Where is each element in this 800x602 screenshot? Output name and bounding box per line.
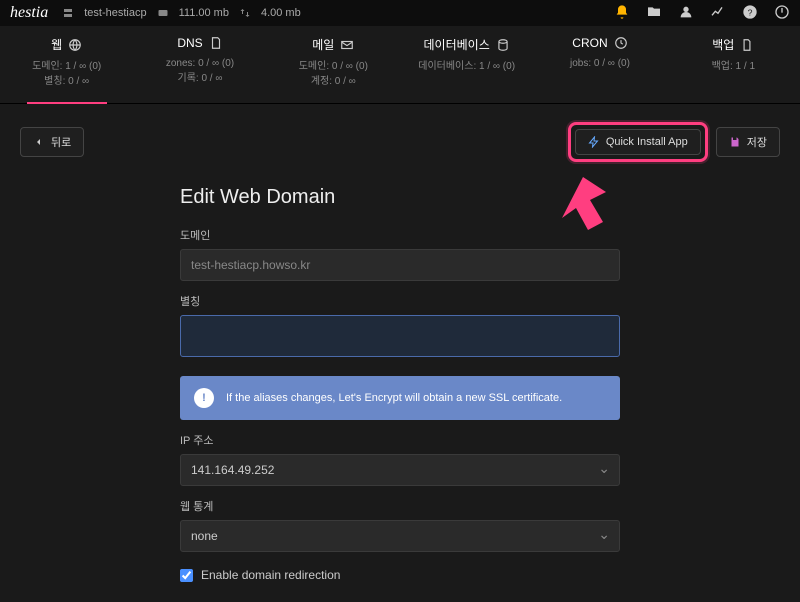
server-icon — [62, 7, 74, 19]
db-icon — [496, 38, 510, 52]
tab-label: 웹 — [51, 36, 62, 53]
save-label: 저장 — [747, 134, 767, 150]
form-area: Edit Web Domain 도메인 별칭 ! If the aliases … — [0, 186, 800, 602]
quick-install-label: Quick Install App — [606, 136, 688, 148]
logout-icon[interactable] — [774, 4, 790, 23]
user-icon[interactable] — [678, 4, 694, 23]
tab-0[interactable]: 웹도메인: 1 / ∞ (0)별칭: 0 / ∞ — [0, 26, 133, 103]
toolbar: 뒤로 Quick Install App 저장 — [0, 104, 800, 172]
tab-stat-1: 데이터베이스: 1 / ∞ (0) — [418, 59, 515, 74]
tab-label: 데이터베이스 — [424, 36, 490, 53]
quick-install-button[interactable]: Quick Install App — [575, 129, 701, 155]
ip-select[interactable]: 141.164.49.252 — [180, 454, 620, 486]
domain-input[interactable] — [180, 249, 620, 281]
tab-label: DNS — [177, 36, 202, 50]
domain-label: 도메인 — [180, 227, 620, 243]
tab-label: CRON — [572, 36, 607, 50]
mail-icon — [340, 38, 354, 52]
tab-2[interactable]: 메일도메인: 0 / ∞ (0)계정: 0 / ∞ — [267, 26, 400, 103]
tab-stat-1: 도메인: 1 / ∞ (0) — [32, 59, 101, 74]
tab-label: 메일 — [312, 36, 334, 53]
redirection-row: Enable domain redirection — [180, 568, 620, 582]
stats-icon[interactable] — [710, 4, 726, 23]
tab-5[interactable]: 백업백업: 1 / 1 — [667, 26, 800, 103]
tab-stat-2: 기록: 0 / ∞ — [178, 71, 223, 86]
tab-3[interactable]: 데이터베이스데이터베이스: 1 / ∞ (0) — [400, 26, 533, 103]
ssl-alert: ! If the aliases changes, Let's Encrypt … — [180, 376, 620, 420]
topbar-left: hestia test-hestiacp 111.00 mb 4.00 mb — [10, 4, 301, 22]
highlight-quick-install: Quick Install App — [568, 122, 708, 162]
tab-1[interactable]: DNS zones: 0 / ∞ (0)기록: 0 / ∞ — [133, 26, 266, 103]
bandwidth-usage: 4.00 mb — [261, 7, 301, 19]
tab-stat-1: jobs: 0 / ∞ (0) — [570, 56, 630, 71]
transfer-icon — [239, 7, 251, 19]
ip-label: IP 주소 — [180, 432, 620, 448]
info-icon: ! — [194, 388, 214, 408]
logo[interactable]: hestia — [10, 4, 48, 22]
help-icon[interactable]: ? — [742, 4, 758, 23]
file-icon — [209, 36, 223, 50]
stats-select[interactable]: none — [180, 520, 620, 552]
page-title: Edit Web Domain — [180, 186, 620, 209]
stats-label: 웹 통계 — [180, 498, 620, 514]
bell-icon[interactable] — [614, 4, 630, 23]
folder-icon[interactable] — [646, 4, 662, 23]
alias-textarea[interactable] — [180, 315, 620, 357]
topbar-right: ? — [614, 4, 790, 23]
tab-stat-1: zones: 0 / ∞ (0) — [166, 56, 234, 71]
tab-stat-1: 백업: 1 / 1 — [712, 59, 755, 74]
tab-stat-2: 계정: 0 / ∞ — [311, 74, 356, 89]
main-tabs: 웹도메인: 1 / ∞ (0)별칭: 0 / ∞ DNS zones: 0 / ∞ … — [0, 26, 800, 104]
alert-text: If the aliases changes, Let's Encrypt wi… — [226, 392, 562, 404]
save-button[interactable]: 저장 — [716, 127, 780, 157]
back-label: 뒤로 — [51, 134, 71, 150]
redirection-label: Enable domain redirection — [201, 568, 340, 582]
hostname[interactable]: test-hestiacp — [84, 7, 146, 19]
alias-label: 별칭 — [180, 293, 620, 309]
doc-icon — [740, 38, 754, 52]
topbar: hestia test-hestiacp 111.00 mb 4.00 mb ? — [0, 0, 800, 26]
tab-4[interactable]: CRON jobs: 0 / ∞ (0) — [533, 26, 666, 103]
disk-icon — [157, 7, 169, 19]
tab-stat-1: 도메인: 0 / ∞ (0) — [299, 59, 368, 74]
tab-stat-2: 별칭: 0 / ∞ — [44, 74, 89, 89]
redirection-checkbox[interactable] — [180, 569, 193, 582]
svg-text:?: ? — [748, 7, 753, 17]
back-button[interactable]: 뒤로 — [20, 127, 84, 157]
tab-label: 백업 — [712, 36, 734, 53]
disk-usage: 111.00 mb — [179, 7, 229, 19]
globe-icon — [68, 38, 82, 52]
clock-icon — [614, 36, 628, 50]
